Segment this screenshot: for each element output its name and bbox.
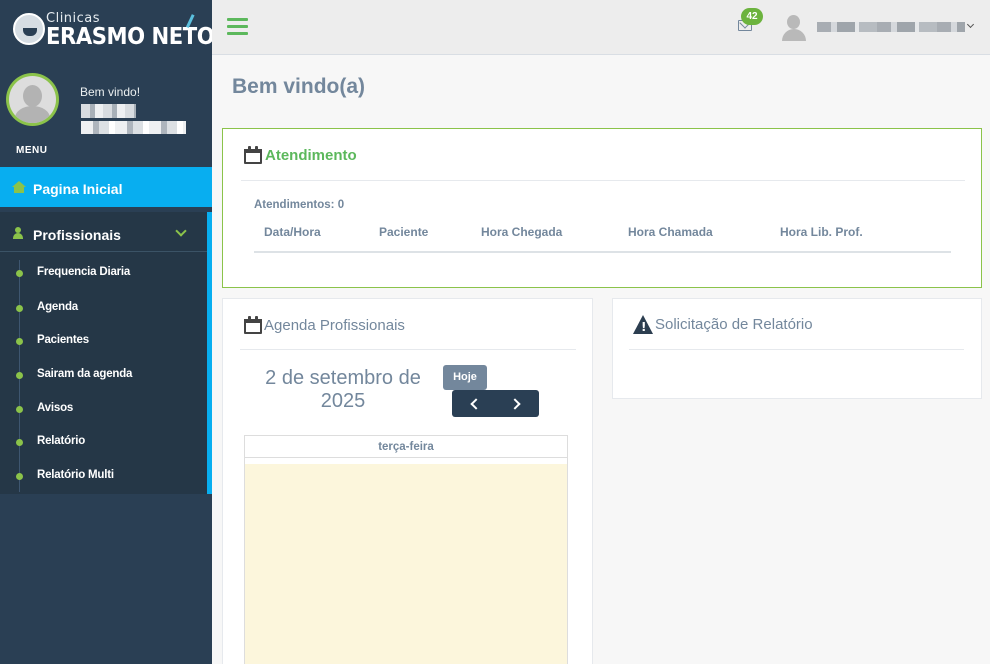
agenda-profissionais-panel: Agenda Profissionais 2 de setembro de 20…	[222, 298, 593, 664]
menu-heading: MENU	[16, 145, 48, 156]
calendar-date-line2: 2025	[320, 390, 366, 412]
logo-mascot-icon	[13, 13, 45, 45]
user-avatar-icon[interactable]	[782, 15, 806, 41]
sidebar-item-pacientes[interactable]: Pacientes	[0, 330, 207, 352]
column-header-hora-chegada[interactable]: Hora Chegada	[481, 225, 562, 239]
logo[interactable]: Clinicas ERASMO NETO	[0, 0, 215, 57]
calendar-icon	[243, 315, 263, 335]
today-button[interactable]: Hoje	[443, 365, 487, 390]
sidebar-item-relatorio[interactable]: Relatório	[0, 431, 207, 453]
welcome-text: Bem vindo!	[80, 85, 141, 99]
calendar-day-header: terça-feira	[245, 436, 567, 458]
sidebar-item-sairam-da-agenda[interactable]: Sairam da agenda	[0, 364, 207, 386]
chevron-down-icon[interactable]	[966, 20, 975, 29]
user-profile: Bem vindo!	[0, 60, 212, 140]
bullet-dot-icon	[16, 270, 23, 277]
chevron-left-icon[interactable]	[452, 390, 495, 417]
sidebar-item-frequencia-diaria[interactable]: Frequencia Diaria	[0, 262, 207, 284]
sidebar-item-label: Sairam da agenda	[37, 368, 133, 380]
table-header-divider	[254, 251, 951, 253]
chevron-right-icon[interactable]	[496, 390, 539, 417]
redacted-user-name-line2	[81, 121, 186, 134]
atendimentos-count: Atendimentos: 0	[254, 199, 345, 211]
calendar-day-body[interactable]	[245, 464, 567, 664]
logo-brand-text: ERASMO NETO	[46, 24, 215, 50]
avatar	[6, 73, 59, 126]
avatar-placeholder-icon	[9, 76, 56, 123]
users-icon	[12, 227, 24, 239]
calendar-nav-buttons	[452, 390, 539, 417]
atendimento-panel: Atendimento Atendimentos: 0 Data/Hora Pa…	[222, 128, 982, 288]
sidebar-item-relatorio-multi[interactable]: Relatório Multi	[0, 465, 207, 487]
sidebar-item-avisos[interactable]: Avisos	[0, 398, 207, 420]
nav-profissionais-label: Profissionais	[33, 227, 121, 243]
bullet-dot-icon	[16, 439, 23, 446]
agenda-panel-title: Agenda Profissionais	[243, 315, 405, 335]
column-header-paciente[interactable]: Paciente	[379, 225, 428, 239]
redacted-user-name-line1	[81, 104, 136, 118]
bullet-dot-icon	[16, 305, 23, 312]
sidebar: Clinicas ERASMO NETO Bem vindo! MENU Pag…	[0, 0, 215, 664]
bullet-dot-icon	[16, 406, 23, 413]
bullet-dot-icon	[16, 338, 23, 345]
sidebar-item-label: Avisos	[37, 402, 74, 414]
bullet-dot-icon	[16, 473, 23, 480]
sidebar-item-agenda[interactable]: Agenda	[0, 297, 207, 319]
nav-pagina-inicial[interactable]: Pagina Inicial	[0, 167, 212, 207]
panel-divider	[240, 349, 576, 350]
page-title: Bem vindo(a)	[232, 75, 366, 98]
sidebar-item-label: Pacientes	[37, 334, 89, 346]
bullet-dot-icon	[16, 372, 23, 379]
top-navbar: 42	[212, 0, 990, 55]
calendar-icon	[243, 145, 263, 165]
sidebar-item-label: Frequencia Diaria	[37, 266, 131, 278]
solicitacao-title-text: Solicitação de Relatório	[655, 316, 813, 333]
sidebar-item-label: Relatório Multi	[37, 469, 114, 481]
nav-pagina-inicial-label: Pagina Inicial	[33, 181, 123, 197]
calendar-date-line1: 2 de setembro de	[265, 367, 421, 389]
atendimento-panel-title: Atendimento	[243, 145, 357, 165]
solicitacao-panel-title: Solicitação de Relatório	[633, 315, 813, 334]
nav-profissionais[interactable]: Profissionais	[0, 212, 207, 252]
solicitacao-relatorio-panel: Solicitação de Relatório	[612, 298, 982, 399]
nav-section-profissionais: Profissionais Frequencia Diaria Agenda P…	[0, 212, 212, 494]
panel-divider	[629, 349, 964, 350]
atendimento-title-text: Atendimento	[265, 146, 357, 164]
home-icon	[12, 181, 26, 193]
chevron-down-icon	[175, 225, 187, 237]
notification-badge[interactable]: 42	[741, 8, 763, 25]
sidebar-item-label: Agenda	[37, 301, 78, 313]
panel-divider	[241, 180, 965, 181]
calendar-day-view: terça-feira	[244, 435, 568, 664]
warning-icon	[633, 315, 654, 334]
column-header-hora-lib-prof[interactable]: Hora Lib. Prof.	[780, 225, 863, 239]
sidebar-item-label: Relatório	[37, 435, 86, 447]
hamburger-icon[interactable]	[227, 18, 248, 35]
column-header-data-hora[interactable]: Data/Hora	[264, 225, 321, 239]
calendar-current-date: 2 de setembro de 2025	[253, 367, 433, 413]
column-header-hora-chamada[interactable]: Hora Chamada	[628, 225, 713, 239]
agenda-title-text: Agenda Profissionais	[264, 316, 405, 334]
redacted-user-menu-name[interactable]	[817, 22, 965, 32]
